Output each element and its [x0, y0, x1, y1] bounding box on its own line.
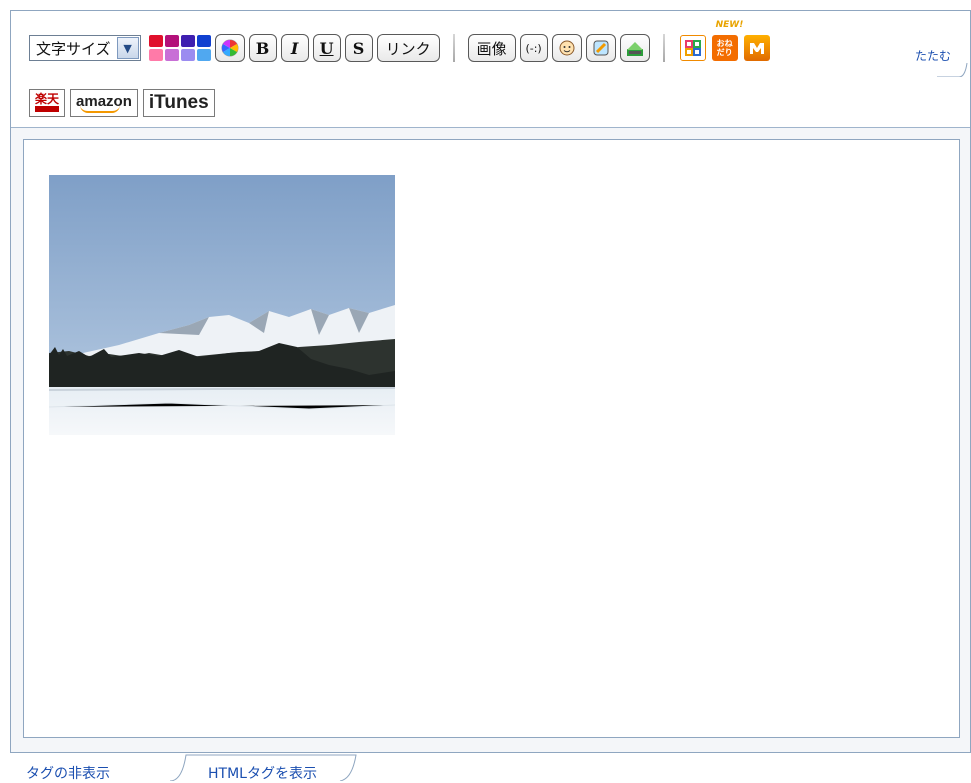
- emoticon-button[interactable]: (-:): [519, 34, 548, 62]
- emoticon-label: (-:): [525, 41, 542, 55]
- inserted-photo[interactable]: [49, 175, 395, 435]
- bold-label: B: [255, 38, 270, 58]
- onedari-label: おね だり: [716, 39, 733, 57]
- face-button[interactable]: [551, 34, 582, 62]
- link-button[interactable]: リンク: [376, 34, 440, 62]
- color-swatch[interactable]: [196, 35, 211, 47]
- link-label: リンク: [385, 39, 431, 58]
- color-swatch[interactable]: [164, 49, 179, 61]
- amazon-logo: amazon: [76, 93, 132, 113]
- amazon-button[interactable]: amazon: [70, 89, 138, 117]
- collapse-tab-icon: [937, 63, 968, 77]
- toolbar-row-1: 文字サイズ ▼ B I U S リンク 画像 (-:) NEW! おね だり: [29, 20, 770, 63]
- italic-label: I: [290, 38, 299, 58]
- color-swatch[interactable]: [148, 35, 163, 47]
- scenery-icon: [626, 42, 643, 56]
- rakuten-underbar: [35, 106, 60, 112]
- image-label: 画像: [476, 39, 507, 58]
- underline-label: U: [319, 38, 334, 58]
- mode-tabs: タグの非表示 HTMLタグを表示: [10, 753, 971, 783]
- face-icon: [559, 40, 575, 56]
- template-button[interactable]: [619, 34, 650, 62]
- tab-hide-tags[interactable]: タグの非表示: [26, 763, 110, 783]
- strike-label: S: [352, 38, 365, 58]
- underline-button[interactable]: U: [312, 34, 341, 62]
- bold-button[interactable]: B: [248, 34, 277, 62]
- chevron-down-icon[interactable]: ▼: [116, 37, 139, 59]
- color-swatch[interactable]: [180, 49, 195, 61]
- toolbar-divider: [662, 34, 665, 62]
- onedari-button[interactable]: NEW! おね だり: [711, 20, 743, 61]
- text-color-palette[interactable]: [148, 35, 211, 61]
- layout-button[interactable]: [679, 35, 706, 61]
- itunes-button[interactable]: iTunes: [142, 89, 215, 117]
- itunes-label: iTunes: [148, 92, 209, 113]
- toolbar-row-2: 楽天 amazon iTunes: [29, 87, 220, 119]
- color-wheel-button[interactable]: [214, 34, 245, 62]
- amazon-smile-icon: [80, 105, 121, 113]
- decoration-button[interactable]: [585, 34, 616, 62]
- mixi-button[interactable]: [743, 35, 770, 61]
- stamp-icon: [593, 40, 609, 56]
- tab-show-html[interactable]: HTMLタグを表示: [208, 763, 317, 783]
- rakuten-logo: 楽天: [35, 92, 60, 112]
- new-badge: NEW!: [715, 20, 744, 30]
- rakuten-label: 楽天: [35, 92, 60, 106]
- collapse-link[interactable]: たたむ: [915, 47, 951, 64]
- image-button[interactable]: 画像: [467, 34, 516, 62]
- color-swatch[interactable]: [180, 35, 195, 47]
- rakuten-button[interactable]: 楽天: [29, 89, 66, 117]
- font-size-label: 文字サイズ: [36, 39, 111, 58]
- color-swatch[interactable]: [148, 49, 163, 61]
- layout-grid-icon: [684, 40, 701, 56]
- toolbar-divider: [452, 34, 455, 62]
- formatting-toolbar: 文字サイズ ▼ B I U S リンク 画像 (-:) NEW! おね だり た…: [11, 11, 970, 128]
- editor-content-area[interactable]: [23, 139, 960, 738]
- strike-button[interactable]: S: [344, 34, 373, 62]
- font-size-select[interactable]: 文字サイズ ▼: [29, 35, 141, 61]
- italic-button[interactable]: I: [280, 34, 309, 62]
- color-swatch[interactable]: [164, 35, 179, 47]
- editor-frame: 文字サイズ ▼ B I U S リンク 画像 (-:) NEW! おね だり た…: [10, 10, 971, 753]
- m-logo-icon: [749, 43, 764, 54]
- color-swatch[interactable]: [196, 49, 211, 61]
- landscape-photo: [49, 175, 395, 435]
- color-wheel-icon: [221, 39, 239, 57]
